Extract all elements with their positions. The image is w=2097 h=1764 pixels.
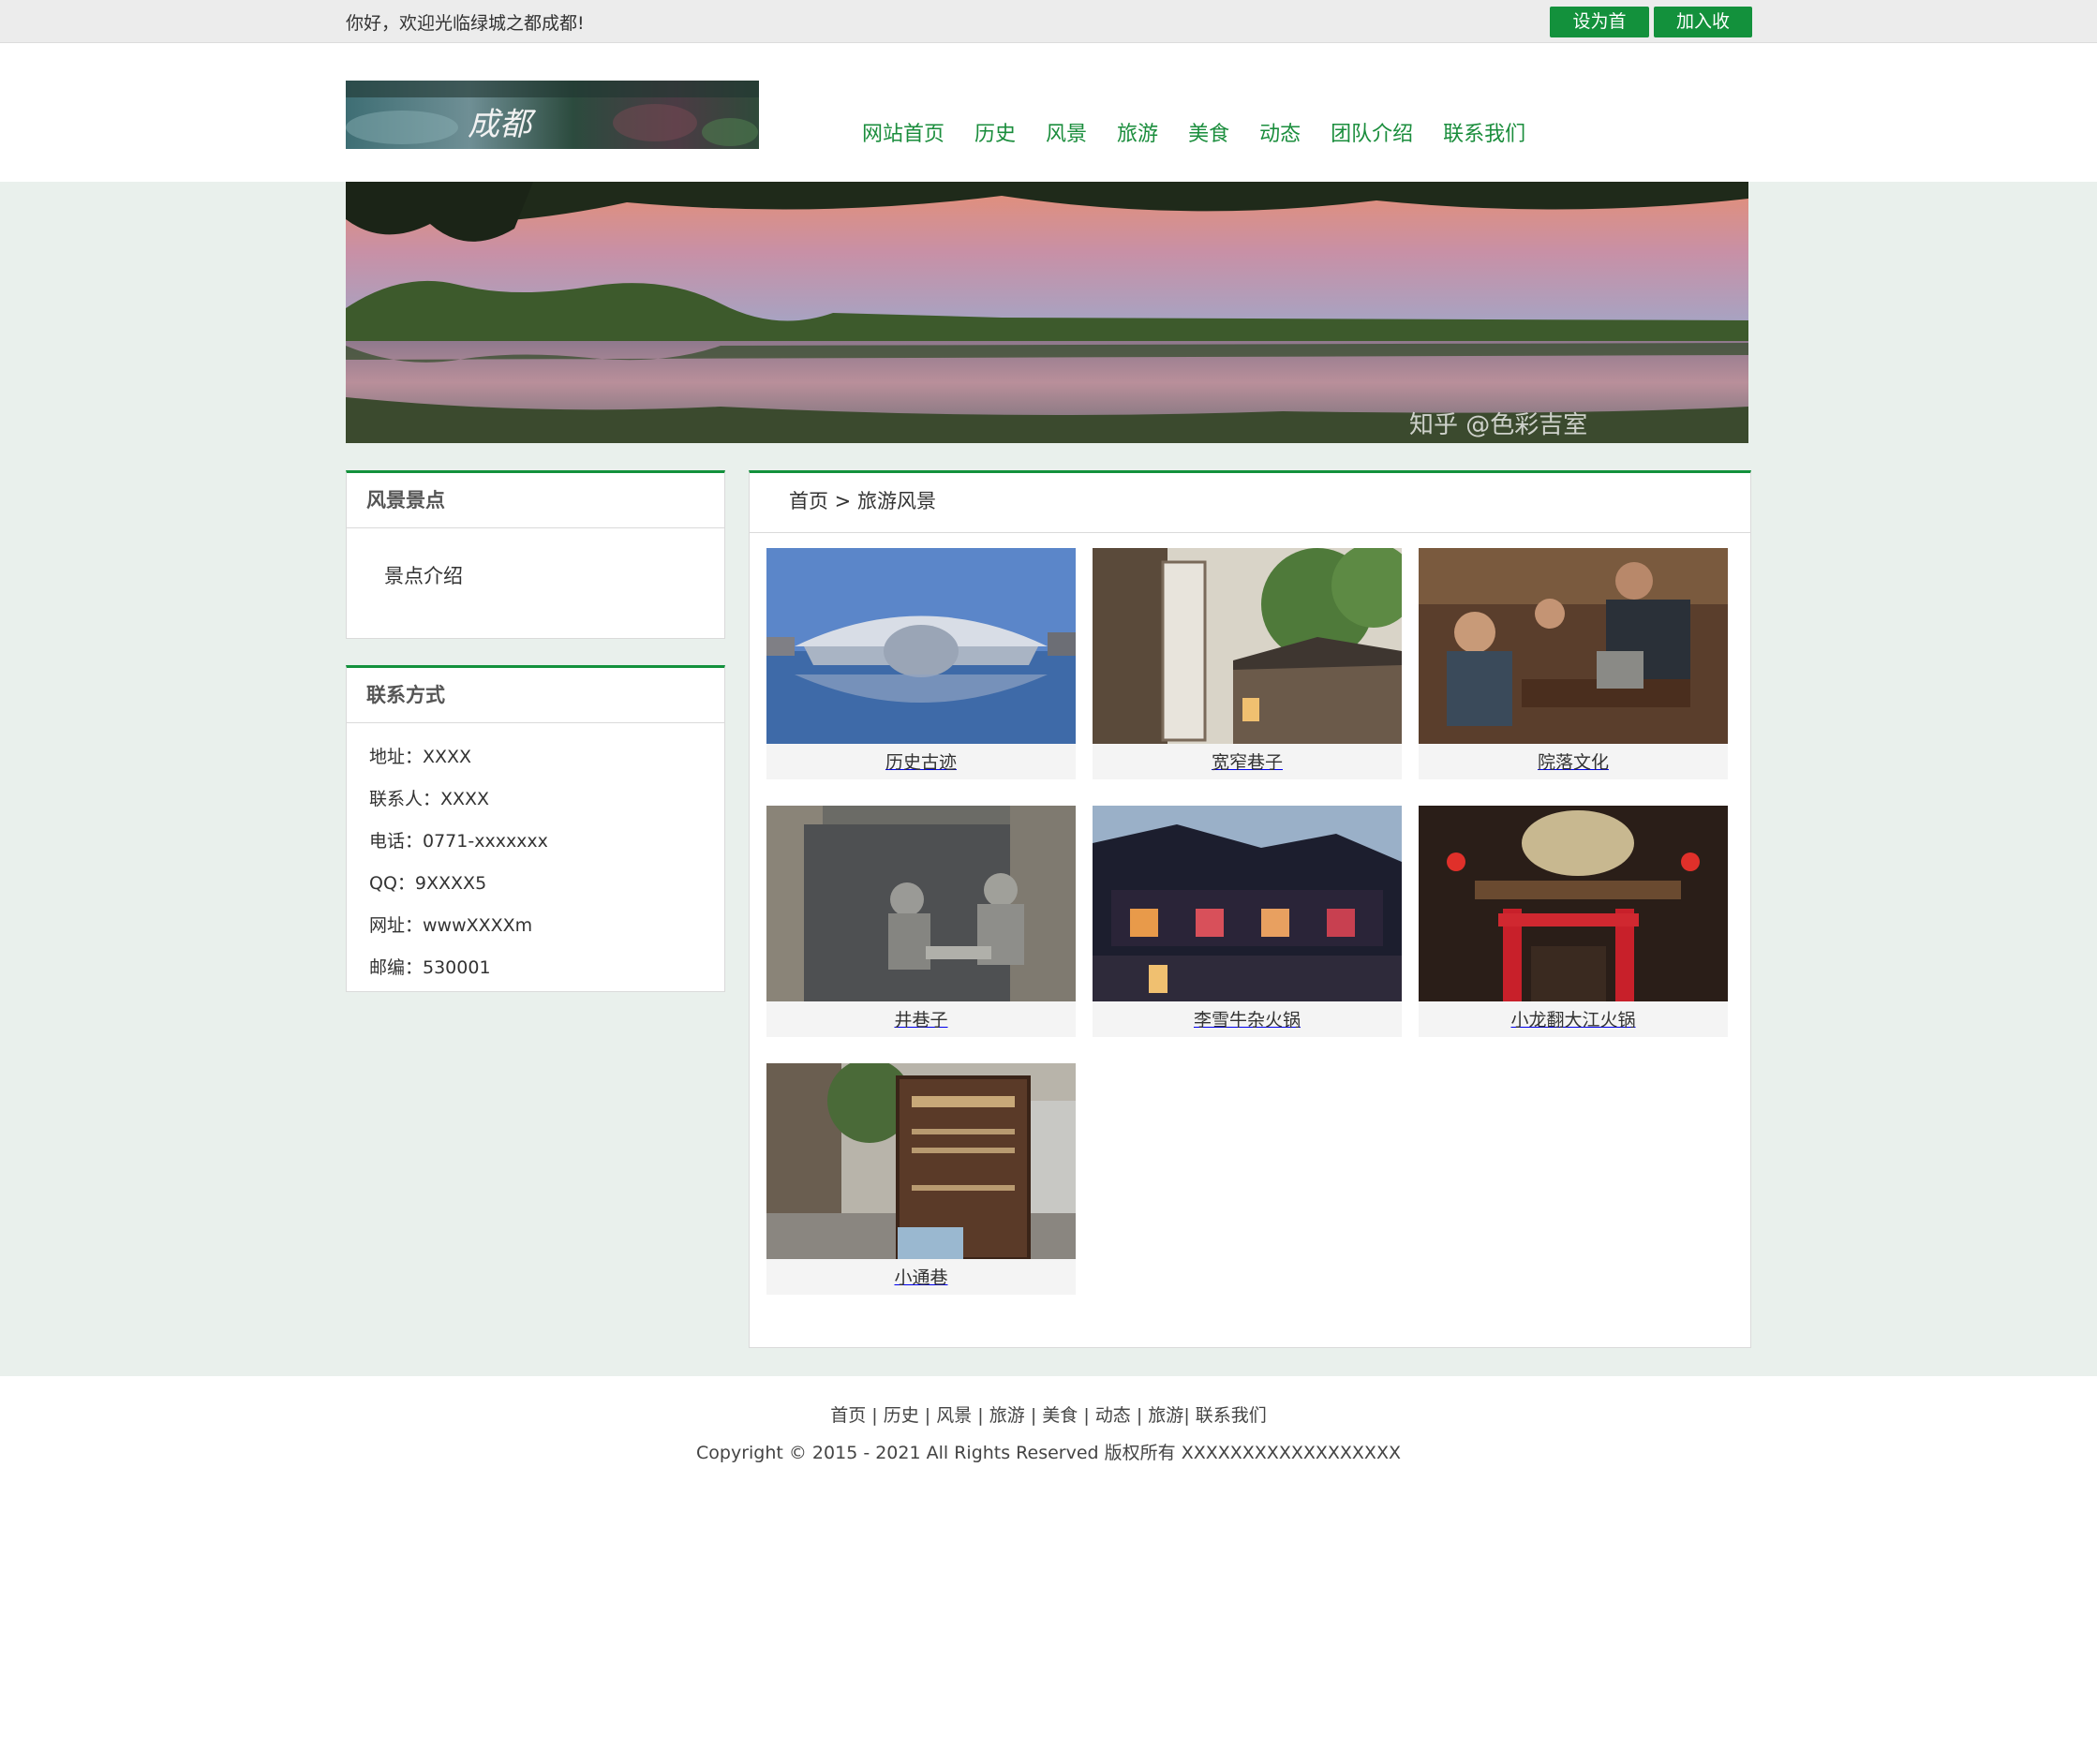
set-homepage-button[interactable]: 设为首页 — [1550, 7, 1649, 63]
nav-item-news[interactable]: 动态 — [1259, 117, 1301, 147]
add-favorite-button[interactable]: 加入收藏 — [1654, 7, 1752, 63]
card-caption: 小龙翻大江火锅 — [1510, 1010, 1636, 1030]
footer-link-news[interactable]: 动态 — [1095, 1405, 1131, 1426]
gallery-card[interactable]: 院落文化 — [1419, 548, 1728, 779]
copyright-text: Copyright © 2015 - 2021 All Rights Reser… — [696, 1443, 1401, 1463]
banner-watermark: 知乎 @色彩吉室 — [1409, 411, 1587, 439]
scenic-spots-panel: 风景景点 景点介绍 — [346, 470, 725, 639]
contact-address: 地址：XXXX — [369, 747, 472, 767]
site-header: 成都 网站首页 历史 风景 旅游 美食 动态 团队介绍 联系我们 — [0, 44, 2097, 182]
top-bar: 你好，欢迎光临绿城之都成都! 设为首页 加入收藏 — [0, 0, 2097, 63]
card-caption: 李雪牛杂火锅 — [1193, 1010, 1301, 1030]
gallery-card[interactable]: 宽窄巷子 — [1093, 548, 1402, 779]
main-content-panel: 首页 > 旅游风景 历史古迹 宽窄巷子 院落文化 井巷子 李雪牛杂火锅 小龙翻大… — [749, 470, 1751, 1348]
contact-list: 地址：XXXX 联系人：XXXX 电话：0771-xxxxxxx QQ：9XXX… — [347, 723, 724, 989]
nav-item-travel[interactable]: 旅游 — [1117, 117, 1158, 147]
card-image — [1419, 806, 1728, 1001]
gallery-card[interactable]: 历史古迹 — [766, 548, 1076, 779]
contact-panel: 联系方式 地址：XXXX 联系人：XXXX 电话：0771-xxxxxxx QQ… — [346, 665, 725, 992]
card-caption: 小通巷 — [894, 1267, 948, 1288]
welcome-text: 你好，欢迎光临绿城之都成都! — [346, 13, 585, 34]
scenic-spots-title: 风景景点 — [347, 473, 724, 528]
card-caption: 宽窄巷子 — [1211, 752, 1283, 773]
contact-person: 联系人：XXXX — [369, 789, 490, 809]
nav-item-history[interactable]: 历史 — [974, 117, 1016, 147]
gallery-card[interactable]: 小通巷 — [766, 1063, 1076, 1295]
nav-item-contact[interactable]: 联系我们 — [1443, 117, 1525, 147]
breadcrumb: 首页 > 旅游风景 — [750, 473, 1750, 533]
footer-link-contact[interactable]: 联系我们 — [1196, 1405, 1267, 1426]
gallery-card[interactable]: 李雪牛杂火锅 — [1093, 806, 1402, 1037]
footer-link-food[interactable]: 美食 — [1042, 1405, 1078, 1426]
contact-qq: QQ：9XXXX5 — [369, 873, 487, 894]
footer-link-history[interactable]: 历史 — [884, 1405, 919, 1426]
footer-link-travel-2[interactable]: 旅游 — [1148, 1405, 1183, 1426]
site-logo[interactable]: 成都 — [346, 81, 759, 149]
footer-links: 首页 | 历史 | 风景 | 旅游 | 美食 | 动态 | 旅游| 联系我们 — [830, 1405, 1267, 1426]
card-caption: 井巷子 — [894, 1010, 948, 1030]
footer-link-travel[interactable]: 旅游 — [989, 1405, 1025, 1426]
main-nav: 网站首页 历史 风景 旅游 美食 动态 团队介绍 联系我们 — [862, 117, 1555, 147]
card-image — [1093, 806, 1402, 1001]
banner-image: 知乎 @色彩吉室 — [346, 182, 1748, 443]
nav-item-home[interactable]: 网站首页 — [862, 117, 944, 147]
card-image — [1419, 548, 1728, 744]
card-image — [1093, 548, 1402, 744]
card-image — [766, 1063, 1076, 1259]
footer-link-scenery[interactable]: 风景 — [936, 1405, 972, 1426]
gallery-card[interactable]: 井巷子 — [766, 806, 1076, 1037]
nav-item-scenery[interactable]: 风景 — [1046, 117, 1087, 147]
card-image — [766, 548, 1076, 744]
card-caption: 历史古迹 — [885, 752, 957, 773]
contact-postcode: 邮编：530001 — [369, 957, 491, 978]
gallery-card[interactable]: 小龙翻大江火锅 — [1419, 806, 1728, 1037]
nav-item-food[interactable]: 美食 — [1188, 117, 1229, 147]
contact-website: 网址：wwwXXXXm — [369, 915, 533, 936]
card-caption: 院落文化 — [1537, 752, 1609, 773]
nav-item-team[interactable]: 团队介绍 — [1331, 117, 1413, 147]
logo-text: 成都 — [468, 106, 537, 143]
contact-phone: 电话：0771-xxxxxxx — [369, 831, 548, 852]
contact-title: 联系方式 — [347, 668, 724, 723]
card-image — [766, 806, 1076, 1001]
scenic-intro-link[interactable]: 景点介绍 — [384, 561, 463, 589]
footer-link-home[interactable]: 首页 — [830, 1405, 866, 1426]
